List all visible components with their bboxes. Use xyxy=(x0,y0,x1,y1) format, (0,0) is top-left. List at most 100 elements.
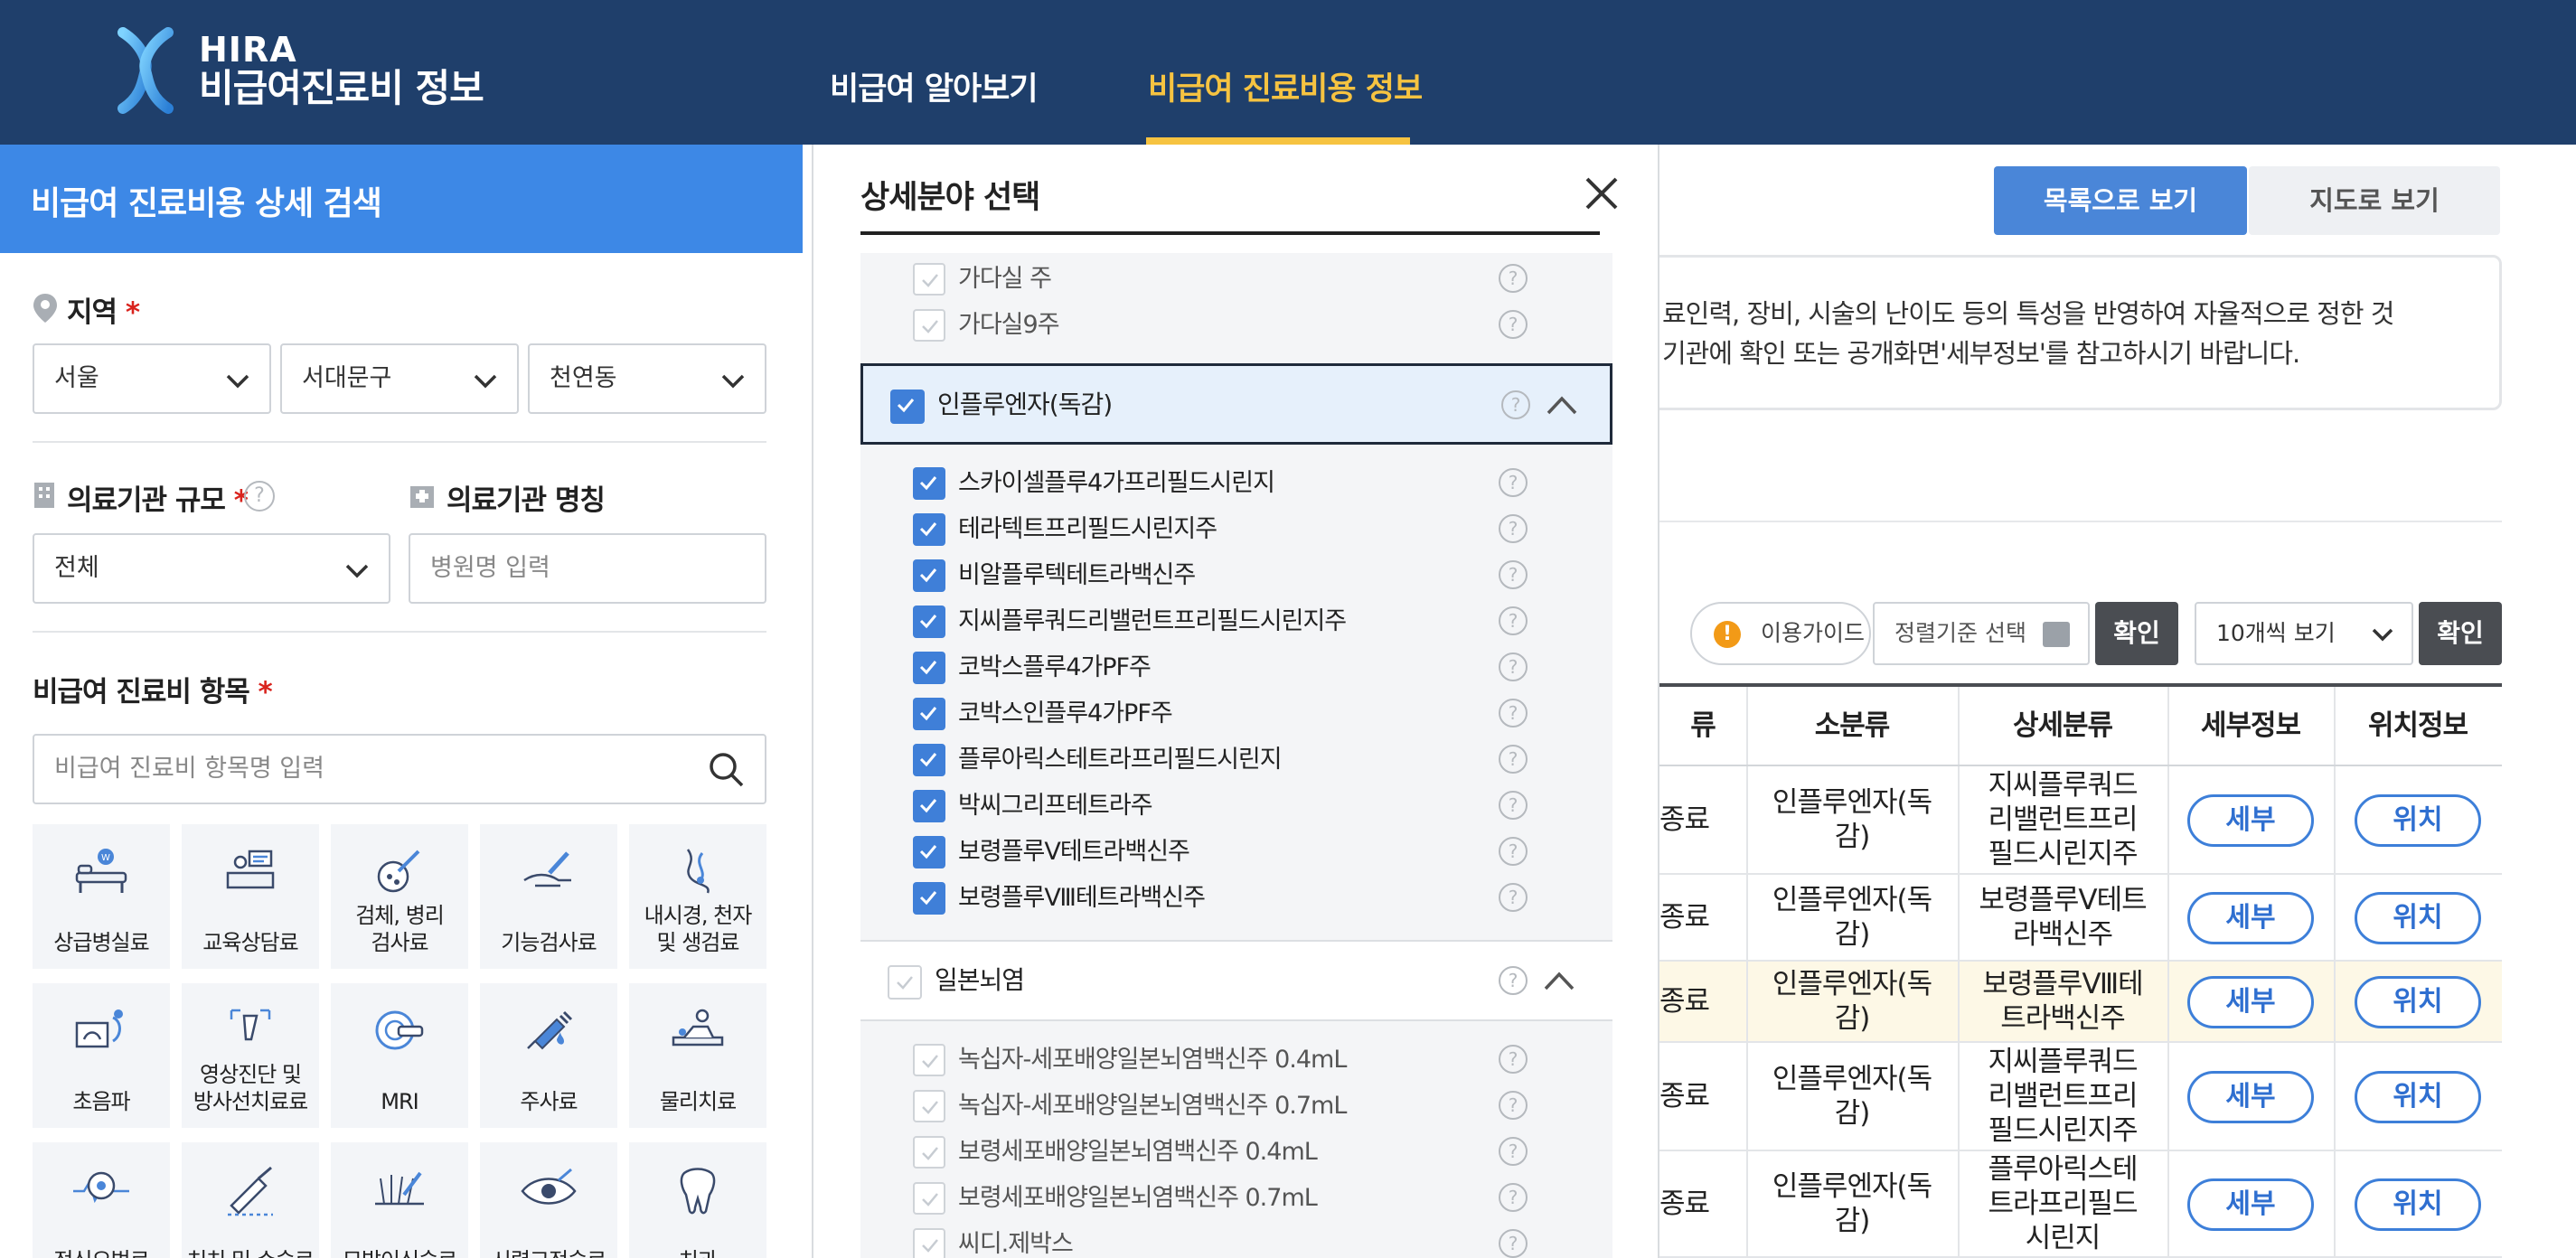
per-page-select[interactable]: 10개씩 보기 xyxy=(2195,602,2413,665)
list-item[interactable]: 비알플루텍테트라백신주 ? xyxy=(860,549,1593,596)
region-city-select[interactable]: 서울 xyxy=(33,343,271,414)
list-item[interactable]: 가다실 주 ? xyxy=(860,253,1593,299)
map-view-button[interactable]: 지도로 보기 xyxy=(2249,166,2500,235)
table-row[interactable]: 종료 인플루엔자(독감) 플루아릭스테트라프리필드시린지 세부 위치 xyxy=(1659,1151,2502,1258)
list-item[interactable]: 보령플루Ⅷ테트라백신주 ? xyxy=(860,872,1593,918)
category-tile[interactable]: 교육상담료 xyxy=(182,824,319,969)
help-icon[interactable]: ? xyxy=(1501,390,1530,419)
list-item[interactable]: 테라텍트프리필드시린지주 ? xyxy=(860,503,1593,549)
help-icon[interactable]: ? xyxy=(1499,652,1528,681)
table-row[interactable]: 종료 인플루엔자(독감) 지씨플루쿼드리밸런트프리필드시린지주 세부 위치 xyxy=(1659,1043,2502,1151)
category-tile[interactable]: 치과 xyxy=(629,1142,766,1258)
help-icon[interactable]: ? xyxy=(1499,837,1528,866)
checkbox[interactable] xyxy=(913,606,945,638)
category-tile[interactable]: 내시경, 천자 및 생검료 xyxy=(629,824,766,969)
help-icon[interactable]: ? xyxy=(1499,560,1528,589)
help-icon[interactable]: ? xyxy=(1499,791,1528,820)
table-row[interactable]: 종료 인플루엔자(독감) 지씨플루쿼드리밸런트프리필드시린지주 세부 위치 xyxy=(1659,766,2502,875)
list-item[interactable]: 코박스인플루4가PF주 ? xyxy=(860,688,1593,734)
close-icon[interactable] xyxy=(1580,172,1623,215)
list-item[interactable]: 보령세포배양일본뇌염백신주 0.4mL ? xyxy=(860,1126,1593,1172)
help-icon[interactable]: ? xyxy=(1499,745,1528,774)
category-tile[interactable]: W 상급병실료 xyxy=(33,824,170,969)
list-item[interactable]: 보령플루Ⅴ테트라백신주 ? xyxy=(860,826,1593,872)
checkbox[interactable] xyxy=(913,263,945,296)
detail-button[interactable]: 세부 xyxy=(2187,794,2314,847)
checkbox[interactable] xyxy=(913,309,945,342)
category-tile[interactable]: 모발이식술료 xyxy=(331,1142,468,1258)
checkbox[interactable] xyxy=(888,965,922,1000)
table-row[interactable]: 종료 인플루엔자(독감) 보령플루Ⅴ테트라백신주 세부 위치 xyxy=(1659,875,2502,962)
items-search-input[interactable]: 비급여 진료비 항목명 입력 xyxy=(33,734,766,804)
category-tile[interactable]: 영상진단 및 방사선치료료 xyxy=(182,983,319,1128)
checkbox[interactable] xyxy=(913,882,945,915)
checkbox[interactable] xyxy=(913,698,945,730)
group-header-japanese-encephalitis[interactable]: 일본뇌염 ? xyxy=(860,940,1612,1021)
detail-button[interactable]: 세부 xyxy=(2187,892,2314,944)
region-dong-select[interactable]: 천연동 xyxy=(528,343,766,414)
checkbox[interactable] xyxy=(913,790,945,822)
help-icon[interactable]: ? xyxy=(1499,606,1528,635)
checkbox[interactable] xyxy=(913,744,945,776)
location-button[interactable]: 위치 xyxy=(2355,976,2481,1028)
help-icon[interactable]: ? xyxy=(1499,1091,1528,1120)
table-row[interactable]: 종료 인플루엔자(독감) 보령플루Ⅷ테트라백신주 세부 위치 xyxy=(1659,962,2502,1043)
list-item[interactable]: 플루아릭스테트라프리필드시린지 ? xyxy=(860,734,1593,780)
nav-item-nonpay-cost[interactable]: 비급여 진료비용 정보 xyxy=(1148,63,1423,109)
category-tile[interactable]: 기능검사료 xyxy=(480,824,617,969)
category-scroll-list[interactable]: 가다실 주 ? 가다실9주 ? 인플루엔자(독감) ? 스카이셀플루4가프리필드… xyxy=(860,253,1612,1258)
list-item[interactable]: 보령세포배양일본뇌염백신주 0.7mL ? xyxy=(860,1172,1593,1218)
list-view-button[interactable]: 목록으로 보기 xyxy=(1994,166,2247,235)
chevron-up-icon[interactable] xyxy=(1542,967,1576,994)
category-tile[interactable]: 처치 및 수술료 xyxy=(182,1142,319,1258)
group-header-influenza[interactable]: 인플루엔자(독감) ? xyxy=(860,363,1612,445)
sort-confirm-button[interactable]: 확인 xyxy=(2095,602,2178,665)
help-icon[interactable]: ? xyxy=(1499,468,1528,497)
checkbox[interactable] xyxy=(913,467,945,500)
scale-select[interactable]: 전체 xyxy=(33,533,390,604)
list-item[interactable]: 녹십자-세포배양일본뇌염백신주 0.7mL ? xyxy=(860,1080,1593,1126)
help-icon[interactable]: ? xyxy=(1499,1183,1528,1212)
location-button[interactable]: 위치 xyxy=(2355,1071,2481,1123)
detail-button[interactable]: 세부 xyxy=(2187,1178,2314,1231)
list-item[interactable]: 녹십자-세포배양일본뇌염백신주 0.4mL ? xyxy=(860,1034,1593,1080)
help-icon[interactable]: ? xyxy=(1499,1229,1528,1258)
chevron-up-icon[interactable] xyxy=(1545,391,1579,418)
category-tile[interactable]: 정신요법료 xyxy=(33,1142,170,1258)
search-icon[interactable] xyxy=(707,750,745,788)
hospital-name-input[interactable]: 병원명 입력 xyxy=(409,533,766,604)
checkbox[interactable] xyxy=(913,1090,945,1122)
help-icon[interactable]: ? xyxy=(1499,966,1528,995)
list-item[interactable]: 박씨그리프테트라주 ? xyxy=(860,780,1593,826)
category-tile[interactable]: 물리치료 xyxy=(629,983,766,1128)
checkbox[interactable] xyxy=(890,390,925,424)
usage-guide-button[interactable]: ! 이용가이드 xyxy=(1690,602,1871,665)
category-tile[interactable]: MRI xyxy=(331,983,468,1128)
help-icon[interactable]: ? xyxy=(1499,1045,1528,1074)
location-button[interactable]: 위치 xyxy=(2355,794,2481,847)
detail-button[interactable]: 세부 xyxy=(2187,1071,2314,1123)
help-icon[interactable]: ? xyxy=(1499,883,1528,912)
list-item[interactable]: 씨디.제박스 ? xyxy=(860,1218,1593,1258)
location-button[interactable]: 위치 xyxy=(2355,1178,2481,1231)
scale-help-icon[interactable]: ? xyxy=(244,481,275,512)
help-icon[interactable]: ? xyxy=(1499,264,1528,293)
checkbox[interactable] xyxy=(913,1136,945,1169)
help-icon[interactable]: ? xyxy=(1499,514,1528,543)
category-tile[interactable]: 시력교정술료 xyxy=(480,1142,617,1258)
per-page-confirm-button[interactable]: 확인 xyxy=(2419,602,2502,665)
checkbox[interactable] xyxy=(913,652,945,684)
checkbox[interactable] xyxy=(913,513,945,546)
list-item[interactable]: 가다실9주 ? xyxy=(860,299,1593,345)
detail-button[interactable]: 세부 xyxy=(2187,976,2314,1028)
category-tile[interactable]: 초음파 xyxy=(33,983,170,1128)
help-icon[interactable]: ? xyxy=(1499,699,1528,728)
checkbox[interactable] xyxy=(913,1044,945,1076)
list-item[interactable]: 지씨플루쿼드리밸런트프리필드시린지주 ? xyxy=(860,596,1593,642)
checkbox[interactable] xyxy=(913,559,945,592)
category-tile[interactable]: 주사료 xyxy=(480,983,617,1128)
nav-item-about-nonpay[interactable]: 비급여 알아보기 xyxy=(830,63,1039,109)
help-icon[interactable]: ? xyxy=(1499,310,1528,339)
help-icon[interactable]: ? xyxy=(1499,1137,1528,1166)
hira-logo[interactable]: HIRA 비급여진료비 정보 xyxy=(116,27,484,114)
